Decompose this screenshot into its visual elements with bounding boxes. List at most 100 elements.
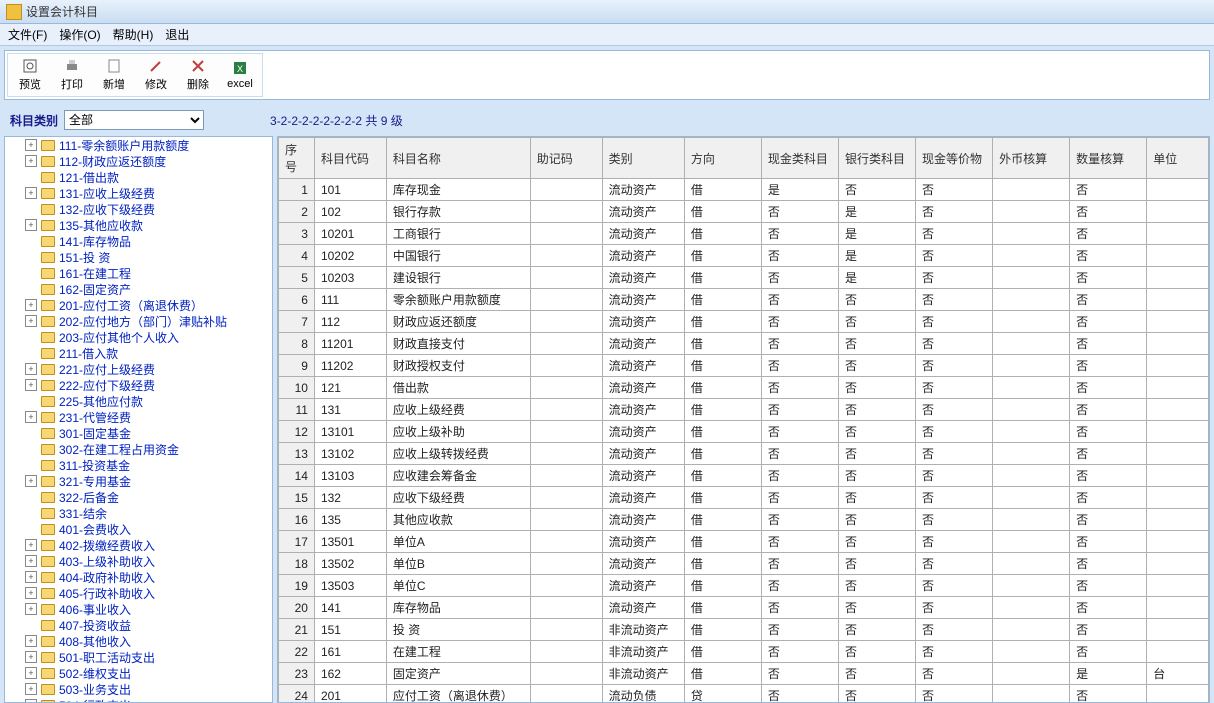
- table-row[interactable]: 911202财政授权支付流动资产借否否否否: [279, 355, 1209, 377]
- cell-cash[interactable]: 否: [761, 509, 838, 531]
- cell-unit[interactable]: [1147, 531, 1209, 553]
- cell-foreign[interactable]: [993, 531, 1070, 553]
- cell-qty[interactable]: 否: [1070, 201, 1147, 223]
- table-row[interactable]: 15132应收下级经费流动资产借否否否否: [279, 487, 1209, 509]
- col-seq[interactable]: 序号: [279, 138, 315, 179]
- cell-mnemonic[interactable]: [530, 465, 602, 487]
- cell-equiv[interactable]: 否: [916, 619, 993, 641]
- cell-equiv[interactable]: 否: [916, 663, 993, 685]
- cell-bank[interactable]: 否: [838, 311, 915, 333]
- cell-qty[interactable]: 否: [1070, 267, 1147, 289]
- cell-seq[interactable]: 20: [279, 597, 315, 619]
- cell-seq[interactable]: 16: [279, 509, 315, 531]
- cell-unit[interactable]: [1147, 553, 1209, 575]
- cell-seq[interactable]: 5: [279, 267, 315, 289]
- expand-icon[interactable]: +: [25, 379, 37, 391]
- cell-qty[interactable]: 否: [1070, 377, 1147, 399]
- col-quantity[interactable]: 数量核算: [1070, 138, 1147, 179]
- table-row[interactable]: 24201应付工资（离退休费）流动负债贷否否否否: [279, 685, 1209, 703]
- tree-item[interactable]: +504-行政支出: [5, 697, 272, 703]
- delete-button[interactable]: 删除: [178, 56, 218, 94]
- cell-seq[interactable]: 11: [279, 399, 315, 421]
- cell-unit[interactable]: [1147, 333, 1209, 355]
- cell-dir[interactable]: 借: [684, 531, 761, 553]
- cell-seq[interactable]: 8: [279, 333, 315, 355]
- cell-mnemonic[interactable]: [530, 223, 602, 245]
- cell-qty[interactable]: 否: [1070, 245, 1147, 267]
- cell-mnemonic[interactable]: [530, 201, 602, 223]
- cell-type[interactable]: 流动资产: [602, 355, 684, 377]
- cell-unit[interactable]: [1147, 465, 1209, 487]
- cell-name[interactable]: 财政授权支付: [386, 355, 530, 377]
- cell-bank[interactable]: 是: [838, 223, 915, 245]
- cell-unit[interactable]: [1147, 355, 1209, 377]
- cell-dir[interactable]: 借: [684, 619, 761, 641]
- cell-unit[interactable]: [1147, 201, 1209, 223]
- cell-bank[interactable]: 否: [838, 663, 915, 685]
- cell-type[interactable]: 流动资产: [602, 531, 684, 553]
- cell-mnemonic[interactable]: [530, 267, 602, 289]
- cell-equiv[interactable]: 否: [916, 641, 993, 663]
- cell-dir[interactable]: 借: [684, 663, 761, 685]
- cell-bank[interactable]: 否: [838, 641, 915, 663]
- cell-dir[interactable]: 借: [684, 289, 761, 311]
- expand-icon[interactable]: +: [25, 411, 37, 423]
- cell-seq[interactable]: 12: [279, 421, 315, 443]
- cell-equiv[interactable]: 否: [916, 509, 993, 531]
- cell-cash[interactable]: 否: [761, 465, 838, 487]
- expand-icon[interactable]: +: [25, 603, 37, 615]
- table-row[interactable]: 16135其他应收款流动资产借否否否否: [279, 509, 1209, 531]
- col-code[interactable]: 科目代码: [314, 138, 386, 179]
- cell-dir[interactable]: 借: [684, 641, 761, 663]
- expand-icon[interactable]: +: [25, 315, 37, 327]
- tree-item[interactable]: +402-拨缴经费收入: [5, 537, 272, 553]
- cell-equiv[interactable]: 否: [916, 179, 993, 201]
- cell-equiv[interactable]: 否: [916, 333, 993, 355]
- cell-code[interactable]: 111: [314, 289, 386, 311]
- cell-qty[interactable]: 否: [1070, 355, 1147, 377]
- cell-name[interactable]: 应收下级经费: [386, 487, 530, 509]
- cell-dir[interactable]: 借: [684, 597, 761, 619]
- tree-item[interactable]: +405-行政补助收入: [5, 585, 272, 601]
- cell-name[interactable]: 借出款: [386, 377, 530, 399]
- cell-equiv[interactable]: 否: [916, 443, 993, 465]
- col-foreign[interactable]: 外币核算: [993, 138, 1070, 179]
- cell-equiv[interactable]: 否: [916, 355, 993, 377]
- cell-type[interactable]: 流动资产: [602, 267, 684, 289]
- cell-code[interactable]: 11202: [314, 355, 386, 377]
- cell-seq[interactable]: 4: [279, 245, 315, 267]
- cell-mnemonic[interactable]: [530, 333, 602, 355]
- cell-code[interactable]: 132: [314, 487, 386, 509]
- cell-qty[interactable]: 否: [1070, 641, 1147, 663]
- cell-equiv[interactable]: 否: [916, 201, 993, 223]
- tree-item[interactable]: +501-职工活动支出: [5, 649, 272, 665]
- cell-qty[interactable]: 否: [1070, 223, 1147, 245]
- cell-unit[interactable]: [1147, 179, 1209, 201]
- cell-type[interactable]: 流动资产: [602, 179, 684, 201]
- cell-unit[interactable]: [1147, 377, 1209, 399]
- cell-qty[interactable]: 否: [1070, 619, 1147, 641]
- cell-code[interactable]: 151: [314, 619, 386, 641]
- cell-code[interactable]: 121: [314, 377, 386, 399]
- cell-dir[interactable]: 借: [684, 355, 761, 377]
- cell-type[interactable]: 流动资产: [602, 223, 684, 245]
- cell-code[interactable]: 10202: [314, 245, 386, 267]
- tree-item[interactable]: +502-维权支出: [5, 665, 272, 681]
- edit-button[interactable]: 修改: [136, 56, 176, 94]
- cell-name[interactable]: 财政应返还额度: [386, 311, 530, 333]
- cell-name[interactable]: 单位C: [386, 575, 530, 597]
- cell-cash[interactable]: 否: [761, 201, 838, 223]
- cell-equiv[interactable]: 否: [916, 377, 993, 399]
- cell-cash[interactable]: 否: [761, 641, 838, 663]
- cell-code[interactable]: 102: [314, 201, 386, 223]
- tree-item[interactable]: +135-其他应收款: [5, 217, 272, 233]
- cell-bank[interactable]: 否: [838, 333, 915, 355]
- cell-code[interactable]: 161: [314, 641, 386, 663]
- cell-bank[interactable]: 否: [838, 619, 915, 641]
- cell-unit[interactable]: [1147, 245, 1209, 267]
- cell-name[interactable]: 单位B: [386, 553, 530, 575]
- cell-cash[interactable]: 否: [761, 377, 838, 399]
- cell-equiv[interactable]: 否: [916, 289, 993, 311]
- tree-item[interactable]: 401-会费收入: [5, 521, 272, 537]
- cell-mnemonic[interactable]: [530, 641, 602, 663]
